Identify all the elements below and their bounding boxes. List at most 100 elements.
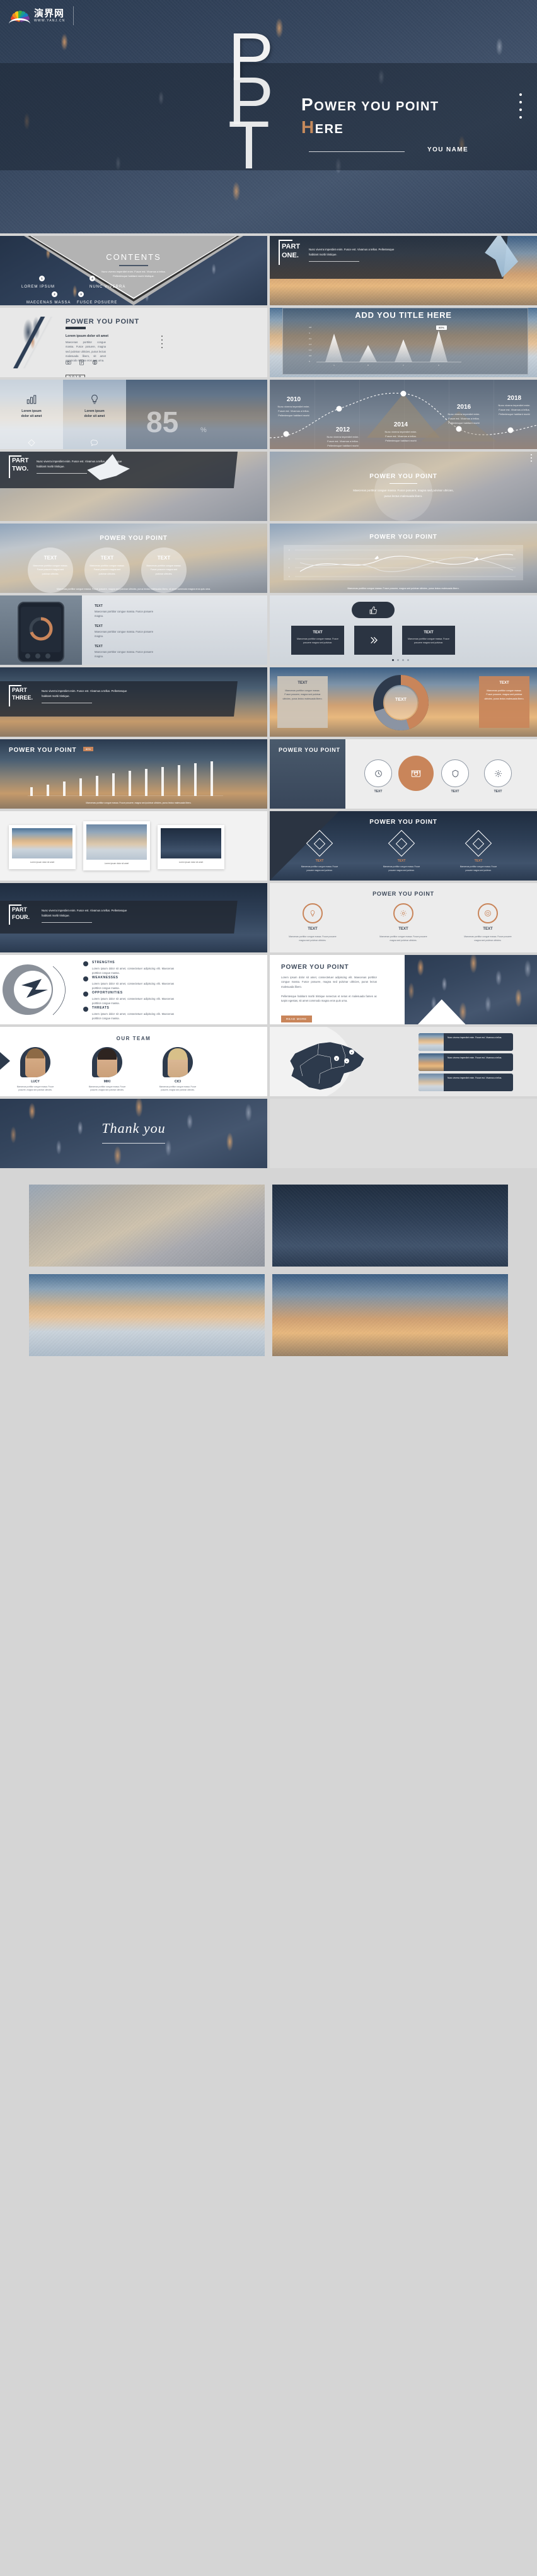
footer-image-grid — [0, 1168, 537, 1381]
thumb-up-pill[interactable] — [352, 602, 395, 618]
diamond-body-2: Maecenas porttitor congue massa. Fusce p… — [383, 865, 420, 872]
svg-text:0.8: 0.8 — [309, 354, 312, 357]
map-item-1[interactable]: Nunc viverra imperdiet enim. Fusce est. … — [419, 1033, 513, 1051]
bars-badge: 80% — [83, 747, 94, 751]
svg-text:0: 0 — [289, 575, 290, 578]
compass-icon[interactable] — [92, 360, 98, 365]
chat-icon — [91, 440, 98, 447]
gallery-card-1[interactable]: Lorem ipsum dolor sit amet — [9, 825, 76, 869]
target-icon — [485, 910, 491, 916]
read-more-button[interactable]: READ MORE — [281, 1016, 312, 1022]
footer-image-3 — [29, 1274, 265, 1356]
ring-body-2: Maecenas porttitor congue massa. Fusce p… — [379, 935, 427, 942]
svg-text:4.8: 4.8 — [309, 326, 312, 329]
ring-1[interactable] — [303, 903, 323, 923]
document-icon[interactable] — [79, 360, 84, 365]
slide-section-header: POWER YOU POINT Maecenas porttitor congu… — [270, 452, 537, 521]
line-chart-footer: Maecenas porttitor congue massa. Fusce p… — [347, 587, 459, 590]
phone-block-body-3: Maecenas porttitor congue massa. Fusce p… — [95, 650, 154, 659]
part-three-kicker-2: THREE. — [12, 694, 33, 701]
three-circles-footer: Maecenas porttitor congue massa. Fusce p… — [56, 587, 211, 590]
contents-label-1[interactable]: LOREM IPSUM — [21, 285, 55, 289]
gallery-card-3[interactable]: Lorem ipsum dolor sit amet — [158, 825, 224, 869]
ring-3[interactable] — [478, 903, 498, 923]
timeline-text-1: Nunc viverra imperdiet enim. Fusce est. … — [277, 405, 310, 418]
slide-cover: 演界网 WWW.YANJ.CN P P T POWER YOU POINT HE… — [0, 0, 537, 233]
phone-dot-3[interactable] — [45, 653, 50, 659]
gallery-card-2[interactable]: Lorem ipsum dolor sit amet — [83, 821, 150, 870]
cover-title-line1: POWER YOU POINT — [301, 95, 439, 115]
camera-icon[interactable] — [66, 360, 71, 365]
timeline-text-3: Nunc viverra imperdiet enim. Fusce est. … — [384, 430, 417, 443]
contents-label-4[interactable]: NUNC VIVERRA — [90, 285, 125, 289]
phone-block-label-3: TEXT — [95, 645, 103, 648]
phone-dot-1[interactable] — [25, 653, 30, 659]
slide-contents: CONTENTS Nunc viverra imperdiet enim. Fu… — [0, 236, 267, 305]
part-two-kicker-1: PART — [12, 457, 29, 464]
swot-body-2: Lorem ipsum dolor sit amet, consectetuer… — [92, 982, 174, 990]
timeline-year-5: 2018 — [507, 395, 522, 402]
slide-bars: POWER YOU POINT 80% Maecenas porttitor c… — [0, 739, 267, 809]
line-chart-title: POWER YOU POINT — [369, 534, 437, 541]
timeline-text-2: Nunc viverra imperdiet enim. Fusce est. … — [326, 435, 359, 448]
gallery-caption-1: Lorem ipsum dolor sit amet — [30, 861, 55, 864]
text-image-p1: Lorem ipsum dolor sit amet, consectetuer… — [281, 976, 377, 988]
four-icons-circle-3[interactable] — [441, 759, 469, 787]
intro-subtitle: Lorem ipsum dolor sit amet — [66, 334, 109, 338]
part-three-kicker-1: PART — [12, 687, 27, 693]
part-one-description: Nunc viverra imperdiet enim. Fusce est. … — [309, 248, 395, 256]
four-icons-label-3: TEXT — [451, 790, 459, 793]
donut-left-label: TEXT — [297, 681, 308, 685]
four-icons-circle-4[interactable] — [484, 759, 512, 787]
part-one-kicker-2: ONE. — [282, 252, 299, 259]
line-chart: 3 2 1 0 — [289, 549, 516, 578]
gallery-caption-2: Lorem ipsum dolor sit amet — [104, 862, 129, 865]
contents-label-2[interactable]: MAECENAS MASSA — [26, 301, 71, 305]
section-header-description: Maecenas porttitor congue massa. Fusce p… — [353, 489, 454, 498]
map-item-body-1: Nunc viverra imperdiet enim. Fusce est. … — [448, 1036, 502, 1039]
ring-2[interactable] — [393, 903, 413, 923]
bars-title: POWER YOU POINT — [9, 747, 77, 754]
svg-text:0: 0 — [309, 360, 310, 363]
text-image-p2: Pellentesque habitant morbi tristique se… — [281, 995, 377, 1003]
map-item-3[interactable]: Nunc viverra imperdiet enim. Fusce est. … — [419, 1074, 513, 1091]
map-item-2[interactable]: Nunc viverra imperdiet enim. Fusce est. … — [419, 1053, 513, 1071]
slide-thanks: Thank you — [0, 1099, 267, 1168]
diamond-body-1: Maecenas porttitor congue massa. Fusce p… — [301, 865, 338, 872]
svg-text:2: 2 — [289, 558, 290, 560]
phone-block-body-1: Maecenas porttitor congue massa. Fusce p… — [95, 610, 154, 618]
slide-timeline: 2010 Nunc viverra imperdiet enim. Fusce … — [270, 380, 537, 449]
contents-num-2: 2 — [52, 291, 57, 297]
cover-title-line1-rest: OWER YOU POINT — [314, 100, 439, 114]
stat-card-label-2: Lorem ipsum dolor sit amet — [84, 409, 105, 418]
part-three-description: Nunc viverra imperdiet enim. Fusce est. … — [42, 689, 127, 698]
swot-label-2: WEAKNESSES — [92, 976, 118, 980]
svg-text:B: B — [367, 364, 369, 366]
chevron-right-icon — [371, 636, 378, 644]
dark-card-label-1: TEXT — [313, 631, 323, 635]
section-header-title: POWER YOU POINT — [369, 473, 437, 480]
slide-gallery: Lorem ipsum dolor sit amet Lorem ipsum d… — [0, 811, 267, 881]
swot-body-4: Lorem ipsum dolor sit amet, consectetuer… — [92, 1012, 174, 1021]
phone-block-label-1: TEXT — [95, 604, 103, 608]
intro-year-chip: 2018 — [66, 375, 86, 377]
slide-part-four: PART FOUR. Nunc viverra imperdiet enim. … — [0, 883, 267, 952]
avatar-2 — [92, 1047, 122, 1077]
chart-icon — [26, 395, 37, 404]
cover-dot-decoration — [519, 93, 522, 124]
slide-team: OUR TEAM LUCY Maecenas porttitor congue … — [0, 1027, 267, 1096]
four-icons-label-2: TEXT — [411, 771, 421, 775]
three-circles-body-3: Maecenas porttitor congue massa. Fusce p… — [146, 565, 182, 575]
slide-donut: TEXT Maecenas porttitor congue massa. Fu… — [270, 667, 537, 737]
team-title: OUR TEAM — [116, 1036, 151, 1041]
contents-label-3[interactable]: FUSCE POSUERE — [77, 301, 117, 305]
slide-phone: TEXT Maecenas porttitor congue massa. Fu… — [0, 595, 267, 665]
map-item-body-3: Nunc viverra imperdiet enim. Fusce est. … — [448, 1077, 502, 1079]
slide-dark-cards: TEXT Maecenas porttitor congue massa. Fu… — [270, 595, 537, 665]
four-icons-circle-1[interactable] — [364, 759, 392, 787]
svg-text:4: 4 — [309, 332, 310, 334]
text-image-title: POWER YOU POINT — [281, 964, 349, 971]
phone-dot-2[interactable] — [35, 653, 40, 659]
chevron-right-pill[interactable] — [354, 626, 392, 655]
svg-text:D: D — [438, 364, 439, 366]
